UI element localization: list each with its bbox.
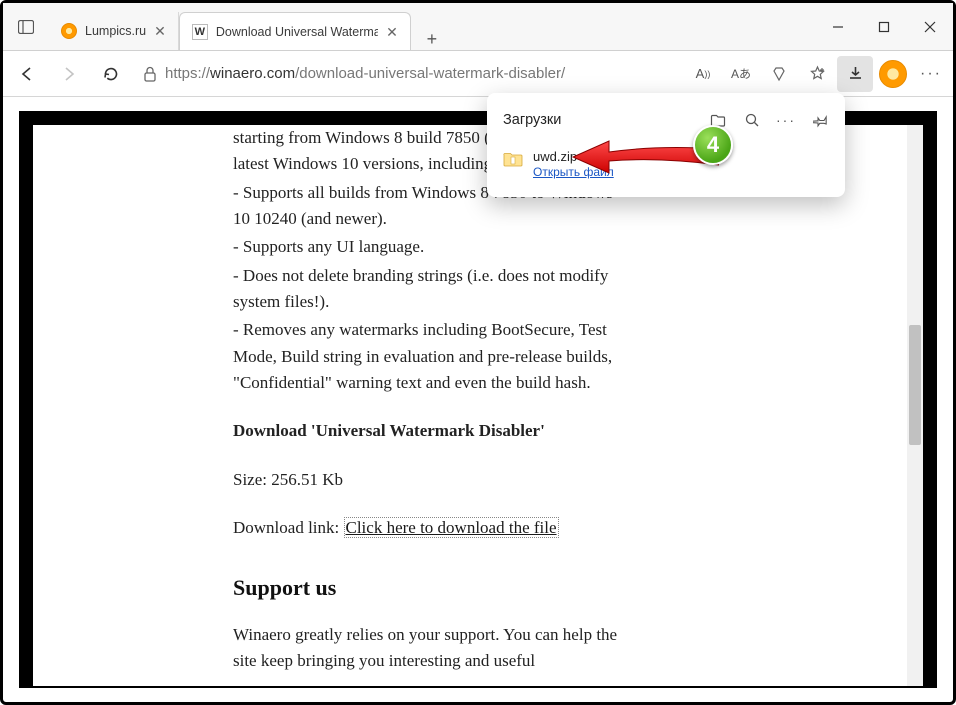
download-filename: uwd.zip <box>533 149 614 164</box>
avatar-icon <box>879 60 907 88</box>
address-bar[interactable]: https://winaero.com/download-universal-w… <box>133 58 677 90</box>
minimize-button[interactable] <box>815 3 861 51</box>
zip-file-icon <box>503 151 523 167</box>
tab-title: Lumpics.ru <box>85 24 146 38</box>
toolbar: https://winaero.com/download-universal-w… <box>3 51 953 97</box>
favicon-w-icon: W <box>192 24 208 40</box>
support-heading: Support us <box>233 571 633 605</box>
translate-button[interactable]: Aあ <box>723 56 759 92</box>
tab-winaero[interactable]: W Download Universal Watermark D ✕ <box>179 12 411 50</box>
body-text: - Removes any watermarks including BootS… <box>233 317 633 396</box>
download-heading: Download 'Universal Watermark Disabler' <box>233 418 633 444</box>
open-folder-button[interactable] <box>703 105 733 135</box>
new-tab-button[interactable]: + <box>415 29 449 50</box>
open-file-link[interactable]: Открыть файл <box>533 165 614 179</box>
size-text: Size: 256.51 Kb <box>233 467 633 493</box>
lock-icon <box>143 66 157 82</box>
close-tab-icon[interactable]: ✕ <box>386 25 398 39</box>
downloads-popover: Загрузки ··· uwd.zip Открыть файл <box>487 93 845 197</box>
downloads-button[interactable] <box>837 56 873 92</box>
forward-button[interactable] <box>49 54 89 94</box>
profile-button[interactable] <box>875 56 911 92</box>
tab-lumpics[interactable]: Lumpics.ru ✕ <box>49 12 179 50</box>
refresh-button[interactable] <box>91 54 131 94</box>
favorites-button[interactable] <box>799 56 835 92</box>
search-downloads-button[interactable] <box>737 105 767 135</box>
download-item[interactable]: uwd.zip Открыть файл <box>487 145 845 191</box>
pin-popover-button[interactable] <box>805 105 835 135</box>
tab-actions-button[interactable] <box>3 3 49 50</box>
tab-title: Download Universal Watermark D <box>216 25 378 39</box>
read-aloud-button[interactable]: A)) <box>685 56 721 92</box>
popover-title: Загрузки <box>503 112 699 128</box>
content-frame: starting from Windows 8 build 7850 (earl… <box>19 111 937 688</box>
enter-immersive-button[interactable] <box>761 56 797 92</box>
download-link[interactable]: Click here to download the file <box>344 517 559 538</box>
back-button[interactable] <box>7 54 47 94</box>
url-text: https://winaero.com/download-universal-w… <box>165 65 671 82</box>
body-text: - Supports any UI language. <box>233 234 633 260</box>
more-downloads-button[interactable]: ··· <box>771 105 801 135</box>
tabs-container: Lumpics.ru ✕ W Download Universal Waterm… <box>49 3 815 50</box>
favicon-orange-icon <box>61 23 77 39</box>
page-content: starting from Windows 8 build 7850 (earl… <box>33 125 923 686</box>
page-scrollbar[interactable] <box>907 125 923 686</box>
body-text: Winaero greatly relies on your support. … <box>233 622 633 675</box>
window-controls <box>815 3 953 50</box>
scrollbar-thumb[interactable] <box>909 325 921 445</box>
maximize-button[interactable] <box>861 3 907 51</box>
close-tab-icon[interactable]: ✕ <box>154 24 166 38</box>
download-link-line: Download link: Click here to download th… <box>233 515 633 541</box>
body-text: - Does not delete branding strings (i.e.… <box>233 263 633 316</box>
menu-button[interactable]: ··· <box>913 56 949 92</box>
close-window-button[interactable] <box>907 3 953 51</box>
